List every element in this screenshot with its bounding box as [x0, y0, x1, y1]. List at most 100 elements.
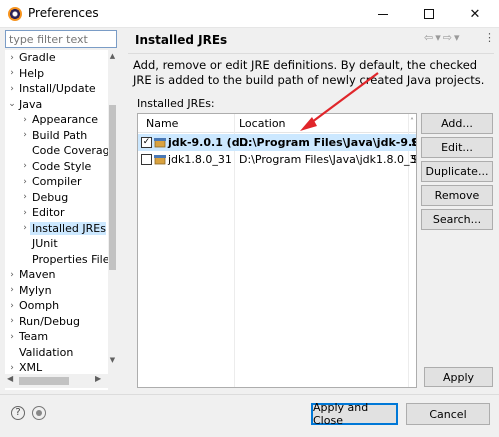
- tree-item-run-debug[interactable]: › Run/Debug: [7, 314, 80, 330]
- scroll-down-icon[interactable]: ▼: [108, 356, 117, 364]
- history-navigation[interactable]: ⇦▾⇨▾: [424, 31, 462, 44]
- column-overflow-icon: ˄: [410, 117, 414, 126]
- tree-item-compiler[interactable]: › Compiler: [20, 174, 82, 190]
- tree-item-label: Appearance: [32, 113, 99, 127]
- tree-item-junit[interactable]: JUnit: [20, 236, 58, 252]
- minimize-button[interactable]: [360, 0, 406, 28]
- tree-item-team[interactable]: › Team: [7, 329, 48, 345]
- edit-button[interactable]: Edit...: [421, 137, 493, 158]
- tree-item-label: Build Path: [32, 128, 88, 142]
- tree-item-label: Run/Debug: [19, 314, 80, 328]
- default-jre-checkbox[interactable]: [141, 154, 152, 165]
- tree-item-label: Mylyn: [19, 283, 52, 297]
- jre-library-icon: [154, 138, 166, 148]
- jre-type: S: [411, 136, 416, 149]
- default-jre-checkbox[interactable]: ✓: [141, 137, 152, 148]
- help-icon[interactable]: ?: [11, 406, 25, 420]
- tree-item-label: Installed JREs: [30, 221, 106, 235]
- tree-vertical-scrollbar[interactable]: ▲ ▼: [108, 50, 117, 390]
- tree-item-label: Gradle: [19, 51, 56, 65]
- tree-item-mylyn[interactable]: › Mylyn: [7, 283, 52, 299]
- search-button[interactable]: Search...: [421, 209, 493, 230]
- window-title: Preferences: [28, 6, 99, 20]
- tree-item-install-update[interactable]: › Install/Update: [7, 81, 95, 97]
- chevron-right-icon[interactable]: ›: [7, 363, 17, 373]
- chevron-right-icon[interactable]: ›: [7, 316, 17, 326]
- tree-item-oomph[interactable]: › Oomph: [7, 298, 59, 314]
- chevron-right-icon[interactable]: ›: [7, 270, 17, 280]
- chevron-right-icon[interactable]: ›: [20, 115, 30, 125]
- table-row-jdk9[interactable]: ✓ jdk-9.0.1 (d... D:\Program Files\Java\…: [138, 134, 416, 151]
- scroll-up-icon[interactable]: ▲: [108, 52, 117, 60]
- tree-item-label: Debug: [32, 190, 69, 204]
- jre-library-icon: [154, 155, 166, 165]
- forward-menu-icon[interactable]: ▾: [454, 31, 462, 44]
- chevron-right-icon[interactable]: ›: [20, 161, 30, 171]
- tree-item-maven[interactable]: › Maven: [7, 267, 55, 283]
- table-label: Installed JREs:: [137, 97, 215, 110]
- maximize-button[interactable]: [406, 0, 452, 28]
- page-title: Installed JREs: [135, 33, 228, 47]
- page-description: Add, remove or edit JRE definitions. By …: [133, 58, 485, 87]
- title-bar: Preferences ✕: [0, 0, 499, 28]
- chevron-down-icon[interactable]: ⌄: [7, 99, 17, 109]
- tree-item-label: Team: [19, 330, 49, 344]
- chevron-right-icon[interactable]: ›: [20, 208, 30, 218]
- tree-item-label: Java: [19, 97, 43, 111]
- divider: [128, 53, 494, 54]
- tree-item-label: Oomph: [19, 299, 60, 313]
- chevron-right-icon[interactable]: ›: [20, 177, 30, 187]
- filter-input[interactable]: [5, 30, 117, 48]
- tree-item-help[interactable]: › Help: [7, 66, 44, 82]
- forward-icon[interactable]: ⇨: [443, 31, 454, 44]
- chevron-right-icon[interactable]: ›: [7, 53, 17, 63]
- tree-item-label: Compiler: [32, 175, 82, 189]
- jre-location: D:\Program Files\Java\jdk1.8.0_31: [239, 153, 417, 166]
- add-button[interactable]: Add...: [421, 113, 493, 134]
- back-menu-icon[interactable]: ▾: [435, 31, 443, 44]
- chevron-right-icon[interactable]: ›: [7, 68, 17, 78]
- remove-button[interactable]: Remove: [421, 185, 493, 206]
- tree-item-label: XML: [19, 361, 43, 375]
- divider: [0, 394, 499, 395]
- duplicate-button[interactable]: Duplicate...: [421, 161, 493, 182]
- tree-item-build-path[interactable]: › Build Path: [20, 128, 87, 144]
- view-menu-icon[interactable]: ⋮: [484, 31, 495, 44]
- tree-item-editor[interactable]: › Editor: [20, 205, 65, 221]
- back-icon[interactable]: ⇦: [424, 31, 435, 44]
- apply-button[interactable]: Apply: [424, 367, 493, 387]
- apply-and-close-button[interactable]: Apply and Close: [311, 401, 398, 427]
- tree-item-appearance[interactable]: › Appearance: [20, 112, 98, 128]
- tree-item-label: Code Coverag: [32, 144, 110, 158]
- tree-item-java[interactable]: ⌄ Java: [7, 97, 42, 113]
- scroll-right-icon[interactable]: ▶: [95, 374, 101, 383]
- chevron-right-icon[interactable]: ›: [20, 223, 30, 233]
- chevron-right-icon[interactable]: ›: [20, 192, 30, 202]
- tree-item-installed-jres[interactable]: › Installed JREs: [20, 221, 106, 237]
- tree-item-properties-file[interactable]: Properties File: [20, 252, 110, 268]
- scrollbar-thumb[interactable]: [109, 105, 116, 270]
- tree-item-label: Editor: [32, 206, 65, 220]
- scrollbar-thumb[interactable]: [19, 377, 69, 385]
- table-row-jdk8[interactable]: jdk1.8.0_31 D:\Program Files\Java\jdk1.8…: [138, 151, 416, 168]
- tree-item-gradle[interactable]: › Gradle: [7, 50, 56, 66]
- chevron-right-icon[interactable]: ›: [7, 301, 17, 311]
- chevron-right-icon[interactable]: ›: [7, 332, 17, 342]
- record-icon[interactable]: [32, 406, 46, 420]
- tree-horizontal-scrollbar[interactable]: ◀ ▶: [5, 374, 117, 388]
- chevron-right-icon[interactable]: ›: [7, 84, 17, 94]
- tree-item-debug[interactable]: › Debug: [20, 190, 68, 206]
- tree-item-code-style[interactable]: › Code Style: [20, 159, 91, 175]
- tree-item-validation[interactable]: Validation: [7, 345, 73, 361]
- tree-item-code-coverag[interactable]: Code Coverag: [20, 143, 110, 159]
- scroll-left-icon[interactable]: ◀: [7, 374, 13, 383]
- table-header: Name Location ˄: [138, 114, 416, 133]
- cancel-button[interactable]: Cancel: [406, 403, 490, 425]
- column-header-name[interactable]: Name: [146, 117, 178, 130]
- chevron-right-icon[interactable]: ›: [7, 285, 17, 295]
- column-header-location[interactable]: Location: [239, 117, 286, 130]
- minimize-icon: [378, 13, 388, 15]
- chevron-right-icon[interactable]: ›: [20, 130, 30, 140]
- close-button[interactable]: ✕: [452, 0, 498, 28]
- tree-item-label: Maven: [19, 268, 56, 282]
